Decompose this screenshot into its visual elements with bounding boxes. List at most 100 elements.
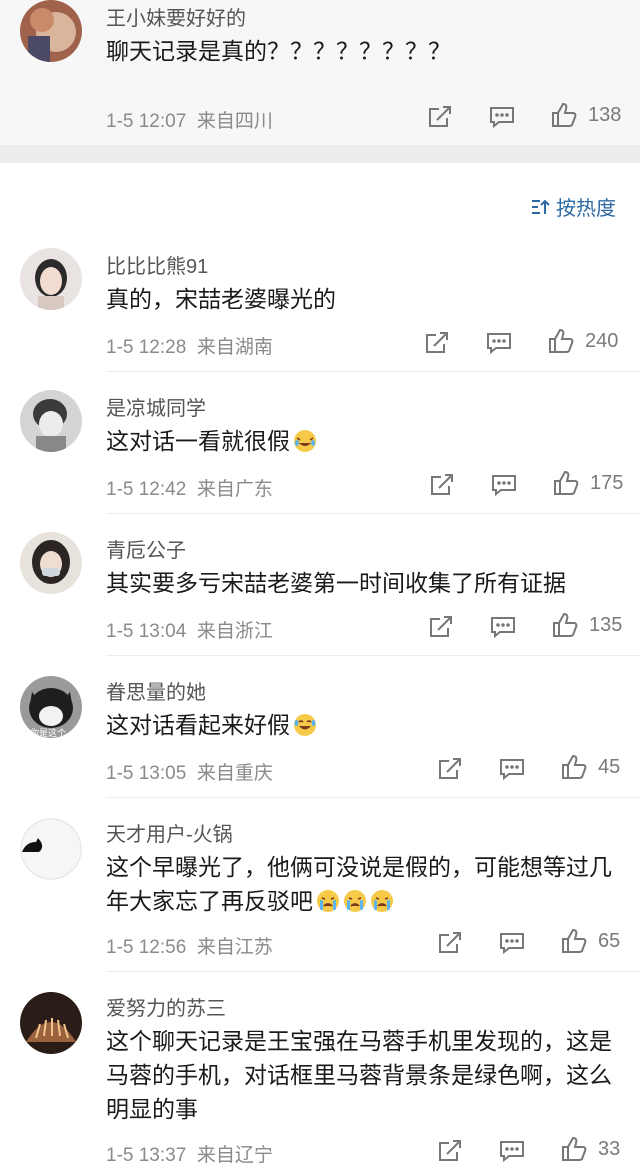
comment-meta: 1-5 12:07 来自四川 (106, 106, 273, 133)
like-count: 65 (598, 929, 621, 952)
comment-item: 比比比熊91 真的，宋喆老婆曝光的 1-5 12:28 来自湖南 240 (0, 246, 640, 372)
like-icon (554, 470, 579, 495)
like-count: 138 (588, 103, 622, 126)
comment-item: 你是这个 眷思量的她 这对话看起来好假 1-5 13:05 来自重庆 45 (0, 672, 640, 798)
reply-button[interactable] (489, 613, 517, 641)
comment-item: 天才用户-火锅 这个早曝光了，他俩可没说是假的，可能想等过几年大家忘了再反驳吧 … (0, 814, 640, 972)
divider (106, 797, 640, 798)
username[interactable]: 是凉城同学 (106, 392, 206, 421)
comment-text: 这个聊天记录是王宝强在马蓉手机里发现的，这是马蓉的手机，对话框里马蓉背景条是绿色… (106, 1028, 612, 1122)
like-icon (562, 754, 587, 779)
sort-button[interactable]: 按热度 (530, 192, 616, 221)
comment-meta: 1-5 12:42 来自广东 (106, 474, 273, 501)
comment-icon (500, 759, 524, 781)
comment-date: 1-5 13:04 (106, 621, 187, 642)
comment-meta: 1-5 13:05 来自重庆 (106, 758, 273, 785)
share-button[interactable] (436, 929, 464, 957)
reply-button[interactable] (490, 471, 518, 499)
crying-emoji-icon (371, 890, 393, 912)
share-button[interactable] (423, 329, 451, 357)
share-icon (429, 106, 451, 127)
avatar[interactable] (20, 532, 82, 594)
sort-label: 按热度 (556, 198, 616, 220)
avatar[interactable] (20, 0, 82, 62)
reply-button[interactable] (498, 929, 526, 957)
comment-meta: 1-5 13:04 来自浙江 (106, 616, 273, 643)
avatar[interactable] (20, 992, 82, 1054)
comment-item: 爱努力的苏三 这个聊天记录是王宝强在马蓉手机里发现的，这是马蓉的手机，对话框里马… (0, 988, 640, 1168)
like-button[interactable]: 240 (547, 327, 618, 355)
like-button[interactable]: 45 (560, 753, 620, 781)
comment-meta: 1-5 12:28 来自湖南 (106, 332, 273, 359)
comment-text: 这对话看起来好假 (106, 708, 616, 742)
username[interactable]: 天才用户-火锅 (106, 818, 233, 847)
comment-location: 来自重庆 (196, 763, 273, 784)
comment-location: 来自四川 (196, 111, 273, 132)
avatar-caption: 你是这个 (30, 728, 67, 738)
comment-location: 来自江苏 (196, 937, 273, 958)
comment-icon (490, 107, 514, 129)
like-count: 45 (598, 755, 621, 778)
like-button[interactable]: 138 (550, 101, 621, 129)
comment-date: 1-5 12:56 (106, 937, 187, 958)
like-icon (552, 102, 577, 127)
comment-location: 来自广东 (196, 479, 273, 500)
like-count: 135 (589, 613, 623, 636)
comment-item: 王小妹要好好的 聊天记录是真的？？？？？？？？ 1-5 12:07 来自四川 1… (0, 0, 640, 145)
share-icon (426, 332, 448, 353)
avatar[interactable] (20, 248, 82, 310)
username[interactable]: 比比比熊91 (106, 250, 208, 279)
share-button[interactable] (428, 471, 456, 499)
avatar[interactable]: 你是这个 (20, 676, 82, 738)
share-button[interactable] (436, 755, 464, 783)
like-button[interactable]: 135 (551, 611, 622, 639)
like-icon (549, 328, 574, 353)
like-button[interactable]: 175 (552, 469, 623, 497)
share-button[interactable] (426, 103, 454, 131)
comment-meta: 1-5 12:56 来自江苏 (106, 932, 273, 959)
like-button[interactable]: 65 (560, 927, 620, 955)
comment-icon (491, 617, 515, 639)
reply-button[interactable] (498, 755, 526, 783)
like-icon (562, 928, 587, 953)
like-count: 175 (590, 471, 624, 494)
reply-button[interactable] (498, 1137, 526, 1165)
like-button[interactable]: 33 (560, 1135, 620, 1163)
comment-date: 1-5 13:37 (106, 1145, 187, 1166)
comment-date: 1-5 12:07 (106, 111, 187, 132)
comment-date: 1-5 12:42 (106, 479, 187, 500)
comment-text: 真的，宋喆老婆曝光的 (106, 286, 336, 312)
avatar[interactable] (20, 390, 82, 452)
comment-location: 来自浙江 (196, 621, 273, 642)
username[interactable]: 青卮公子 (106, 534, 186, 563)
like-icon (553, 612, 578, 637)
username[interactable]: 眷思量的她 (106, 676, 206, 705)
comment-date: 1-5 13:05 (106, 763, 187, 784)
reply-button[interactable] (488, 103, 516, 131)
divider (106, 971, 640, 972)
comment-text: 其实要多亏宋喆老婆第一时间收集了所有证据 (106, 570, 566, 596)
comment-meta: 1-5 13:37 来自辽宁 (106, 1140, 273, 1167)
comment-text: 这个早曝光了，他俩可没说是假的，可能想等过几年大家忘了再反驳吧 (106, 850, 616, 918)
laugh-tears-emoji-icon (294, 714, 316, 736)
laugh-cry-emoji-icon (294, 430, 316, 452)
share-icon (439, 1140, 461, 1161)
comment-item: 青卮公子 其实要多亏宋喆老婆第一时间收集了所有证据 1-5 13:04 来自浙江… (0, 530, 640, 656)
comment-icon (487, 333, 511, 355)
username[interactable]: 爱努力的苏三 (106, 992, 226, 1021)
comment-text: 聊天记录是真的？？？？？？？？ (106, 38, 451, 64)
share-button[interactable] (436, 1137, 464, 1165)
section-divider (0, 145, 640, 163)
divider (106, 655, 640, 656)
comment-text-body: 这对话看起来好假 (106, 712, 290, 738)
comment-text-body: 这对话一看就很假 (106, 428, 290, 454)
share-button[interactable] (427, 613, 455, 641)
share-icon (431, 474, 453, 495)
reply-button[interactable] (485, 329, 513, 357)
avatar[interactable] (20, 818, 82, 880)
share-icon (430, 616, 452, 637)
comment-icon (492, 475, 516, 497)
username[interactable]: 王小妹要好好的 (106, 2, 246, 31)
comment-item: 是凉城同学 这对话一看就很假 1-5 12:42 来自广东 175 (0, 388, 640, 514)
comment-location: 来自湖南 (196, 337, 273, 358)
